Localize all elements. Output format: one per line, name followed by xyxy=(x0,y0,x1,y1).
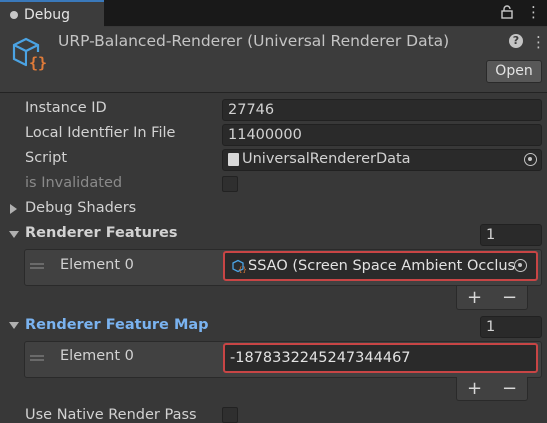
add-element-button[interactable]: + xyxy=(467,378,482,399)
help-icon[interactable]: ? xyxy=(509,34,523,48)
inspector-title: URP-Balanced-Renderer (Universal Rendere… xyxy=(58,32,450,50)
remove-element-button[interactable]: − xyxy=(502,287,517,308)
window-menu-icon[interactable]: ⋮ xyxy=(526,4,541,20)
local-identifier-field[interactable]: 11400000 xyxy=(222,124,542,146)
open-button[interactable]: Open xyxy=(486,60,542,83)
header-menu-icon[interactable]: ⋮ xyxy=(531,33,546,51)
local-identifier-label: Local Identfier In File xyxy=(25,125,176,141)
lock-icon[interactable] xyxy=(500,5,514,19)
tab-label: Debug xyxy=(24,6,71,23)
feature-map-element-field[interactable]: -1878332245247344467 xyxy=(223,343,538,373)
instance-id-field[interactable]: 27746 xyxy=(222,99,542,121)
renderer-features-size-field[interactable]: 1 xyxy=(480,224,542,246)
svg-text:{}: {} xyxy=(238,266,246,273)
drag-handle-icon[interactable] xyxy=(30,355,44,361)
add-element-button[interactable]: + xyxy=(467,287,482,308)
native-render-pass-checkbox[interactable] xyxy=(222,407,238,423)
feature-map-list-footer: + − xyxy=(456,377,528,401)
expanded-arrow-icon[interactable] xyxy=(9,231,19,238)
renderer-feature-map-size-field[interactable]: 1 xyxy=(480,316,542,338)
inspector-tab-icon xyxy=(10,10,18,19)
drag-handle-icon[interactable] xyxy=(30,263,44,269)
renderer-data-asset-icon: {} xyxy=(12,37,47,72)
renderer-feature-element-label: Element 0 xyxy=(60,257,134,273)
renderer-feature-element-field[interactable]: {} SSAO (Screen Space Ambient Occlus xyxy=(223,251,538,281)
collapsed-arrow-icon[interactable] xyxy=(10,204,17,214)
renderer-feature-element-value: SSAO (Screen Space Ambient Occlus xyxy=(248,258,516,274)
feature-map-element-label: Element 0 xyxy=(60,348,134,364)
is-invalidated-label: is Invalidated xyxy=(25,175,123,191)
expanded-arrow-icon[interactable] xyxy=(9,322,19,329)
script-label: Script xyxy=(25,150,68,166)
renderer-features-list-footer: + − xyxy=(456,286,528,310)
renderer-feature-map-foldout[interactable]: Renderer Feature Map xyxy=(25,317,209,333)
is-invalidated-checkbox[interactable] xyxy=(222,176,238,192)
tab-debug[interactable]: Debug xyxy=(0,0,104,27)
instance-id-label: Instance ID xyxy=(25,100,107,116)
object-picker-icon[interactable] xyxy=(524,153,537,166)
native-render-pass-label: Use Native Render Pass xyxy=(25,407,197,423)
feature-map-element-value: -1878332245247344467 xyxy=(230,350,411,366)
remove-element-button[interactable]: − xyxy=(502,378,517,399)
debug-shaders-foldout[interactable]: Debug Shaders xyxy=(25,200,136,216)
svg-text:{}: {} xyxy=(29,54,47,72)
script-file-icon xyxy=(228,153,239,166)
renderer-features-foldout[interactable]: Renderer Features xyxy=(25,225,178,241)
renderer-feature-asset-icon: {} xyxy=(232,259,247,274)
script-value: UniversalRendererData xyxy=(242,151,411,167)
object-picker-icon[interactable] xyxy=(514,259,527,272)
